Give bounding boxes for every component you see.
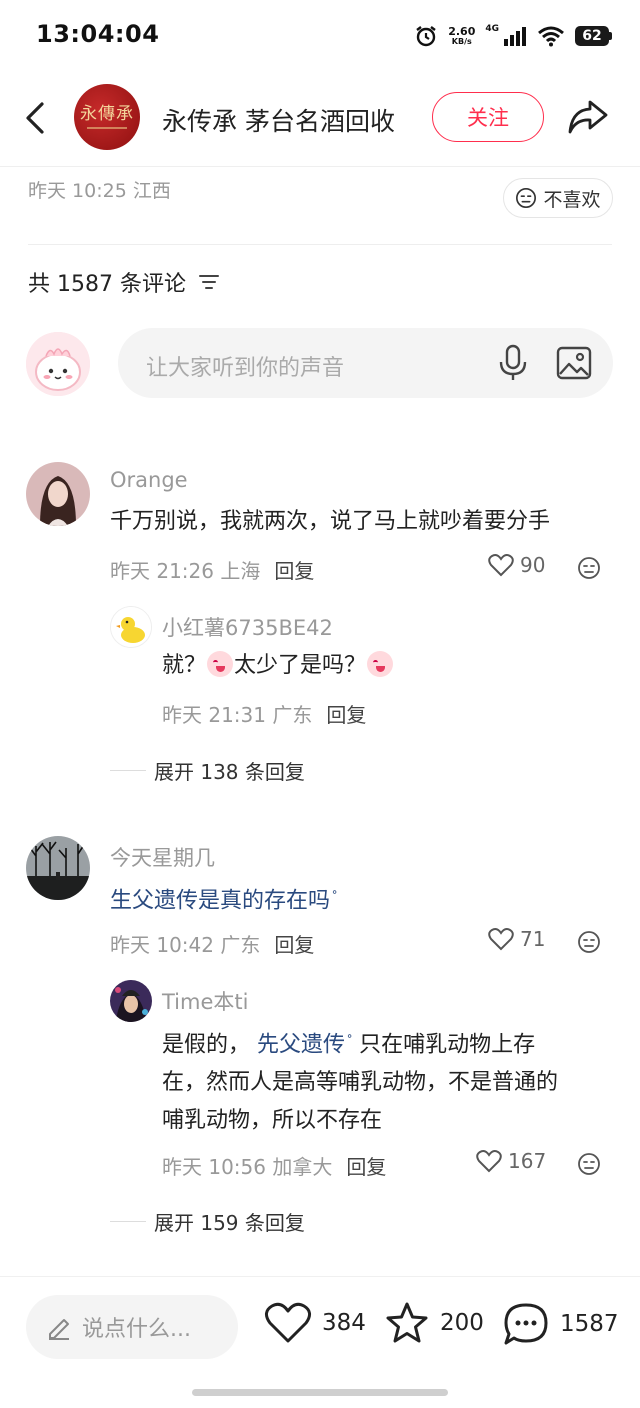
- comment-total: 1587: [560, 1311, 619, 1337]
- status-time: 13:04:04: [36, 20, 160, 48]
- wifi-icon: [538, 26, 564, 47]
- comment-time-location: 昨天 21:26 上海: [110, 559, 261, 583]
- reply-button[interactable]: 回复: [346, 1155, 386, 1179]
- commenter-avatar[interactable]: [26, 836, 90, 900]
- star-icon: [386, 1302, 428, 1343]
- heart-icon: [265, 1302, 311, 1343]
- say-something-input[interactable]: 说点什么...: [26, 1295, 238, 1359]
- comment-username[interactable]: 今天星期几: [110, 842, 215, 872]
- header-divider: [0, 166, 640, 167]
- search-link[interactable]: 先父遗传: [257, 1032, 345, 1057]
- crying-emoji-icon: [207, 651, 234, 677]
- comment-username[interactable]: Orange: [110, 468, 188, 492]
- post-time-location: 昨天 10:25 江西: [28, 180, 171, 202]
- heart-icon: [488, 928, 514, 951]
- neutral-face-icon: [516, 188, 537, 208]
- dislike-face-icon[interactable]: [577, 930, 601, 954]
- back-arrow-icon[interactable]: [20, 98, 52, 138]
- section-divider: [28, 244, 612, 245]
- comment-button[interactable]: 1587: [502, 1301, 619, 1347]
- expand-replies-label: 展开 138 条回复: [154, 760, 305, 784]
- favorite-total: 200: [440, 1310, 484, 1336]
- microphone-icon[interactable]: [498, 344, 528, 382]
- dislike-label: 不喜欢: [543, 188, 601, 211]
- dislike-button[interactable]: 不喜欢: [503, 178, 613, 218]
- like-total: 384: [322, 1310, 366, 1336]
- comment-count-label: 共 1587 条评论: [28, 272, 186, 297]
- network-speed: 2.60 KB/s: [448, 25, 476, 46]
- heart-icon: [476, 1150, 502, 1173]
- my-avatar[interactable]: [26, 332, 90, 396]
- expand-replies-button[interactable]: 展开 138 条回复: [110, 756, 305, 785]
- post-header: 永傳承 永传承 茅台名酒回收 关注: [0, 70, 640, 166]
- reply-like-button[interactable]: 167: [476, 1149, 546, 1173]
- network-type: 4G: [485, 24, 499, 34]
- reply-text: 是假的， 先父遗传 ᐤ 只在哺乳动物上存 在，然而人是高等哺乳动物，不是普通的 哺…: [162, 1032, 559, 1134]
- reply-meta: 昨天 21:31 广东 回复: [162, 699, 366, 728]
- like-count: 167: [508, 1149, 547, 1173]
- comment-text: 生父遗传是真的存在吗 ᐤ: [110, 877, 337, 920]
- alarm-icon: [416, 26, 436, 47]
- comment-meta: 昨天 10:42 广东 回复: [110, 929, 314, 958]
- dislike-face-icon[interactable]: [577, 1152, 601, 1176]
- reply-avatar[interactable]: [110, 606, 152, 648]
- battery-indicator: 62: [575, 26, 612, 46]
- comment-like-button[interactable]: 90: [488, 553, 545, 577]
- reply-username[interactable]: Time本ti: [162, 986, 248, 1016]
- reply-time-location: 昨天 21:31 广东: [162, 703, 313, 727]
- reply-button[interactable]: 回复: [326, 703, 366, 727]
- search-link[interactable]: 生父遗传是真的存在吗: [110, 888, 330, 913]
- status-bar: 13:04:04 2.60 KB/s 4G 62: [0, 0, 640, 70]
- comment-text: 千万别说，我就两次，说了马上就吵着要分手: [110, 509, 551, 534]
- comment-input[interactable]: 让大家听到你的声音: [118, 328, 613, 398]
- commenter-avatar[interactable]: [26, 462, 90, 526]
- follow-button[interactable]: 关注: [432, 92, 544, 142]
- search-hint-icon: ᐤ: [347, 1032, 353, 1047]
- bottom-action-bar: 说点什么... 384 200 1587: [0, 1276, 640, 1408]
- share-icon[interactable]: [566, 96, 610, 138]
- image-icon[interactable]: [556, 346, 592, 380]
- home-indicator[interactable]: [192, 1389, 448, 1396]
- like-count: 90: [520, 553, 546, 577]
- reply-button[interactable]: 回复: [274, 933, 314, 957]
- account-name[interactable]: 永传承 茅台名酒回收: [162, 102, 395, 138]
- comment-meta: 昨天 21:26 上海 回复: [110, 555, 314, 584]
- sort-filter-icon[interactable]: [198, 273, 220, 291]
- like-post-button[interactable]: 384: [264, 1301, 366, 1345]
- like-count: 71: [520, 927, 546, 951]
- reply-meta: 昨天 10:56 加拿大 回复: [162, 1151, 386, 1180]
- say-placeholder: 说点什么...: [82, 1317, 191, 1342]
- reply-avatar[interactable]: [110, 980, 152, 1022]
- dislike-face-icon[interactable]: [577, 556, 601, 580]
- logo-text: 永傳承: [80, 104, 134, 124]
- account-avatar[interactable]: 永傳承: [74, 84, 140, 150]
- comment-bubble-icon: [504, 1303, 548, 1345]
- heart-icon: [488, 554, 514, 577]
- reply-username[interactable]: 小红薯6735BE42: [162, 612, 333, 642]
- expand-replies-button[interactable]: 展开 159 条回复: [110, 1207, 305, 1236]
- status-icons: 2.60 KB/s 4G 62: [414, 22, 612, 50]
- comment-time-location: 昨天 10:42 广东: [110, 933, 261, 957]
- comment-like-button[interactable]: 71: [488, 927, 545, 951]
- comment-count-header: 共 1587 条评论: [28, 266, 220, 298]
- signal-icon: [504, 27, 526, 46]
- pencil-icon: [49, 1319, 69, 1340]
- expand-replies-label: 展开 159 条回复: [154, 1211, 305, 1235]
- comment-input-placeholder: 让大家听到你的声音: [146, 356, 345, 381]
- search-hint-icon: ᐤ: [332, 888, 338, 903]
- reply-text: 就？ 太少了是吗？: [162, 647, 394, 685]
- reply-button[interactable]: 回复: [274, 559, 314, 583]
- favorite-button[interactable]: 200: [384, 1301, 484, 1345]
- crying-emoji-icon: [367, 651, 394, 677]
- reply-time-location: 昨天 10:56 加拿大: [162, 1155, 333, 1179]
